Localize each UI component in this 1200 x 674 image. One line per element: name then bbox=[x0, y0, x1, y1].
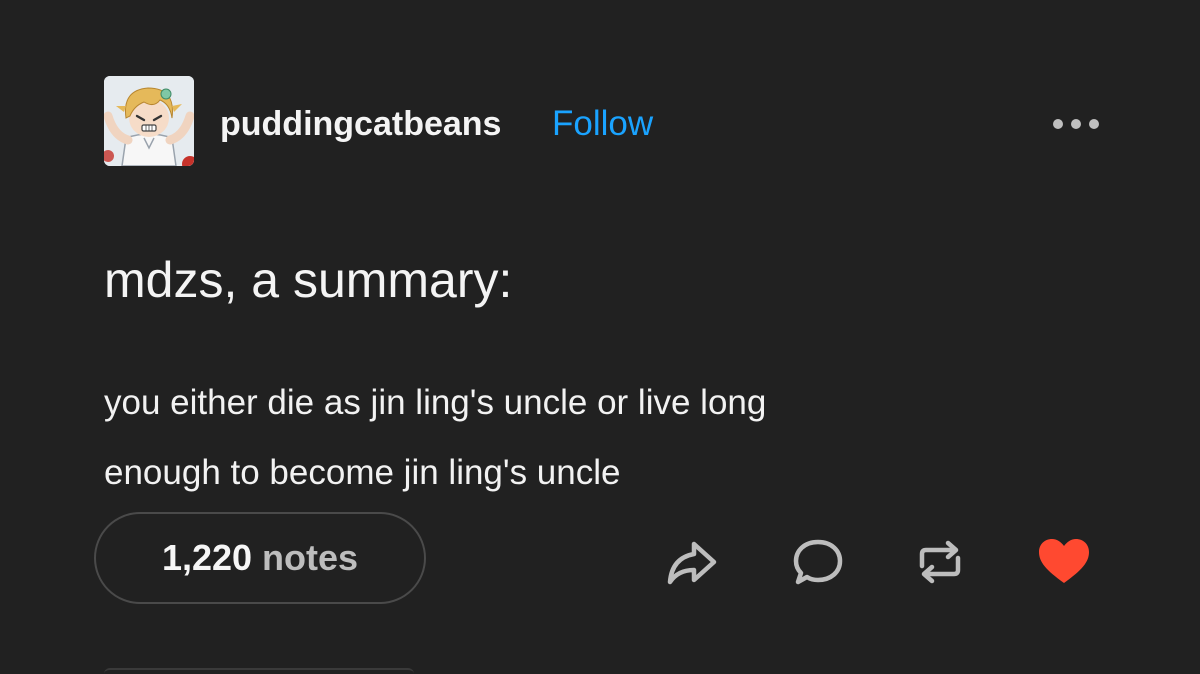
more-options-icon bbox=[1053, 119, 1099, 129]
heart-icon bbox=[1039, 539, 1089, 583]
follow-button[interactable]: Follow bbox=[552, 104, 653, 144]
post-title: mdzs, a summary: bbox=[104, 252, 513, 308]
reblog-icon bbox=[919, 540, 961, 584]
post-body-line: enough to become jin ling's uncle bbox=[104, 453, 621, 492]
share-button[interactable] bbox=[664, 536, 720, 588]
notes-button[interactable]: 1,220 notes bbox=[94, 512, 426, 604]
more-options-button[interactable] bbox=[1050, 110, 1102, 138]
anime-avatar-icon bbox=[104, 76, 194, 166]
like-button[interactable] bbox=[1036, 536, 1092, 588]
notes-label: notes bbox=[262, 537, 359, 578]
notes-count: 1,220 bbox=[161, 537, 253, 578]
reply-button[interactable] bbox=[790, 536, 846, 588]
post-body-line: you either die as jin ling's uncle or li… bbox=[104, 383, 767, 422]
reply-icon bbox=[793, 539, 843, 585]
post-body: you either die as jin ling's uncle or li… bbox=[104, 368, 1004, 508]
share-icon bbox=[667, 541, 717, 585]
reblog-button[interactable] bbox=[912, 536, 968, 588]
post-author-username[interactable]: puddingcatbeans bbox=[220, 104, 501, 144]
avatar[interactable] bbox=[104, 76, 194, 166]
next-post-edge bbox=[104, 668, 414, 674]
tumblr-post: puddingcatbeans Follow mdzs, a summary: … bbox=[0, 0, 1200, 674]
